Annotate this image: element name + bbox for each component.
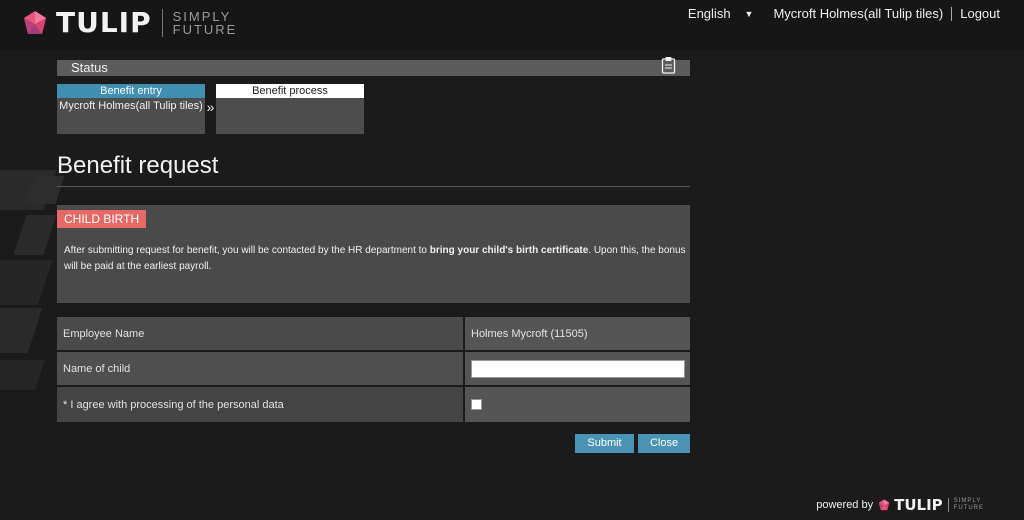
tulip-logo[interactable]: TULIP SIMPLY FUTURE bbox=[20, 8, 237, 38]
step-benefit-process[interactable]: Benefit process bbox=[216, 84, 364, 134]
footer-brand: TULIP bbox=[894, 496, 943, 514]
brand-tagline: SIMPLY FUTURE bbox=[173, 10, 238, 36]
step-label: Benefit entry bbox=[57, 84, 205, 98]
chevron-down-icon: ▼ bbox=[744, 8, 754, 19]
child-name-cell bbox=[465, 352, 690, 385]
top-navigation: English ▼ Mycroft Holmes(all Tulip tiles… bbox=[688, 6, 1000, 21]
consent-label: * I agree with processing of the persona… bbox=[57, 387, 463, 422]
nav-divider bbox=[951, 6, 953, 21]
description-text: After submitting request for benefit, yo… bbox=[64, 245, 430, 256]
footer-divider bbox=[947, 498, 949, 512]
footer-tagline-line-2: FUTURE bbox=[953, 505, 984, 511]
close-button[interactable]: Close bbox=[638, 434, 690, 453]
benefit-form: Employee Name Holmes Mycroft (11505) Nam… bbox=[57, 317, 690, 422]
logout-link[interactable]: Logout bbox=[960, 6, 1000, 21]
language-selector[interactable]: English ▼ bbox=[688, 6, 774, 21]
consent-checkbox[interactable] bbox=[471, 399, 482, 410]
step-label: Benefit process bbox=[216, 84, 364, 98]
page-title: Benefit request bbox=[57, 152, 690, 187]
brand-name: TULIP bbox=[56, 6, 152, 39]
language-label: English bbox=[687, 6, 731, 21]
benefit-info-panel: CHILD BIRTH After submitting request for… bbox=[57, 205, 690, 303]
chevron-right-icon: » bbox=[206, 99, 215, 115]
main-content: Status Benefit entry Mycroft Holmes(all … bbox=[57, 57, 690, 453]
benefit-description: After submitting request for benefit, yo… bbox=[64, 243, 692, 275]
form-row-employee: Employee Name Holmes Mycroft (11505) bbox=[57, 317, 690, 350]
powered-by-label: powered by bbox=[816, 499, 874, 511]
child-name-label: Name of child bbox=[57, 352, 463, 385]
consent-cell bbox=[465, 387, 690, 422]
employee-name-label: Employee Name bbox=[57, 317, 463, 350]
clipboard-icon[interactable] bbox=[661, 56, 676, 74]
form-row-child: Name of child bbox=[57, 352, 690, 385]
tulip-logo-icon bbox=[24, 11, 46, 34]
user-name-link[interactable]: Mycroft Holmes(all Tulip tiles) bbox=[773, 6, 943, 21]
tagline-line-2: FUTURE bbox=[172, 22, 238, 37]
employee-name-value: Holmes Mycroft (11505) bbox=[465, 317, 690, 350]
footer-tagline-line-1: SIMPLY bbox=[953, 498, 982, 504]
submit-button[interactable]: Submit bbox=[575, 434, 634, 453]
step-benefit-entry[interactable]: Benefit entry Mycroft Holmes(all Tulip t… bbox=[57, 84, 205, 134]
description-highlight: bring your child's birth certificate bbox=[429, 245, 589, 256]
status-title: Status bbox=[71, 60, 108, 75]
step-assignee: Mycroft Holmes(all Tulip tiles) bbox=[59, 100, 203, 112]
status-header: Status bbox=[57, 57, 690, 76]
form-row-consent: * I agree with processing of the persona… bbox=[57, 387, 690, 422]
powered-by-footer: powered by TULIP SIMPLY FUTURE bbox=[816, 496, 984, 514]
benefit-type-badge: CHILD BIRTH bbox=[57, 210, 147, 228]
tulip-small-logo-icon bbox=[878, 499, 890, 511]
logo-divider bbox=[161, 9, 163, 37]
child-name-input[interactable] bbox=[471, 359, 685, 378]
footer-tagline: SIMPLY FUTURE bbox=[954, 498, 984, 512]
process-steps: Benefit entry Mycroft Holmes(all Tulip t… bbox=[57, 84, 690, 134]
top-bar: TULIP SIMPLY FUTURE English ▼ Mycroft Ho… bbox=[0, 0, 1024, 50]
form-actions: Submit Close bbox=[57, 434, 690, 453]
